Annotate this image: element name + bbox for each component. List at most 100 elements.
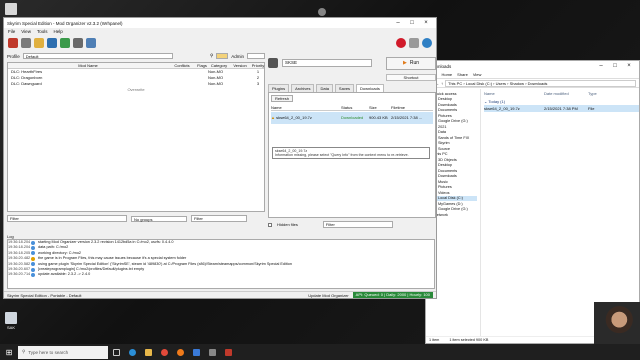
nav-item-label: Documents <box>438 168 458 173</box>
ribbon-tab-home[interactable]: Home <box>441 72 452 77</box>
hidden-files-checkbox[interactable] <box>268 222 272 227</box>
tools-icon[interactable] <box>73 37 83 48</box>
archive-icon[interactable] <box>216 53 229 59</box>
column-header-date[interactable]: Date modified <box>544 91 588 98</box>
file-explorer-icon[interactable] <box>140 344 156 360</box>
nav-item-label: MyGames (D:) <box>438 201 463 206</box>
downloads-header: Name Status Size Filetime <box>271 105 433 111</box>
breadcrumb-item[interactable]: Downloads <box>528 81 548 86</box>
column-header-size[interactable]: Size <box>369 105 391 110</box>
file-name: skse64_2_00_19.7z <box>484 106 520 111</box>
explorer-title-bar[interactable]: Downloads – □ × <box>426 61 639 71</box>
tab-plugins[interactable]: Plugins <box>268 84 290 92</box>
groups-select[interactable]: No groups <box>131 215 187 222</box>
minimize-icon[interactable]: – <box>391 20 405 26</box>
item-count: 1 item <box>429 338 440 342</box>
menu-bar: File View Tools Help <box>4 28 436 35</box>
refresh-button[interactable]: Refresh <box>271 95 294 102</box>
info-icon <box>31 251 35 256</box>
store-icon[interactable] <box>188 344 204 360</box>
mo2-toolbar <box>4 35 436 50</box>
nav-item-label: Pictures <box>438 113 452 118</box>
tab-downloads[interactable]: Downloads <box>356 84 384 92</box>
profile-row: Profile Default ⚲ Admin <box>7 52 265 60</box>
nav-item-label: Quick access <box>434 91 457 96</box>
info-icon <box>31 273 35 278</box>
file-list: Name Date modified Type ⌄ Today (1) skse… <box>482 89 640 114</box>
close-icon[interactable]: × <box>419 20 433 26</box>
breadcrumb-item[interactable]: This PC <box>448 81 462 86</box>
nav-item-label: 2021 <box>438 124 447 129</box>
run-button[interactable]: ▶ Run <box>386 56 436 70</box>
maximize-icon[interactable]: □ <box>608 63 622 69</box>
desktop-icon-sak[interactable]: SAK <box>2 312 20 330</box>
windows-start-icon[interactable]: ⊞ <box>0 344 18 360</box>
edge-icon[interactable] <box>124 344 140 360</box>
firefox-icon[interactable] <box>172 344 188 360</box>
shortcut-button[interactable]: Shortcut <box>386 74 436 81</box>
nav-item-label: Desktop <box>438 97 452 102</box>
chrome-icon[interactable] <box>156 344 172 360</box>
downloads-filter-input[interactable]: Filter <box>322 221 393 228</box>
column-header-filetime[interactable]: Filetime <box>391 105 435 110</box>
download-size: 900.43 KB <box>369 115 388 120</box>
filter-icon[interactable]: ⚲ <box>210 53 213 59</box>
warning-icon[interactable] <box>409 37 419 48</box>
nav-item-label: Sands of Time FIX <box>438 135 470 140</box>
taskbar-search[interactable]: ⚲ Type here to search <box>18 345 108 359</box>
mo2-title-bar[interactable]: Skyrim Special Edition - Mod Organizer v… <box>4 18 436 28</box>
nav-item-label: Source <box>438 146 451 151</box>
log-message: update available: 2.3.2 -> 2.4.0 <box>38 272 91 277</box>
overwrite-row[interactable]: Overwrite <box>8 87 264 93</box>
right-panel: SKSE ▶ Run Shortcut Plugins Archives Dat… <box>268 52 436 234</box>
breadcrumb-item[interactable]: Shadow <box>510 81 524 86</box>
task-view-icon[interactable] <box>108 344 124 360</box>
column-header-name[interactable]: Name <box>271 105 341 110</box>
mod-organizer-icon[interactable] <box>220 344 236 360</box>
help-icon[interactable] <box>422 37 432 48</box>
breadcrumb-item[interactable]: Users <box>496 81 506 86</box>
breadcrumb-item[interactable]: Local Disk (C:) <box>466 81 492 86</box>
column-header-status[interactable]: Status <box>341 105 369 110</box>
file-row[interactable]: skse64_2_00_19.7z 2/15/2021 7:38 PM File <box>484 105 639 112</box>
maximize-icon[interactable]: □ <box>405 20 419 26</box>
settings-icon[interactable] <box>86 37 96 48</box>
minimize-icon[interactable]: – <box>594 63 608 69</box>
tab-data[interactable]: Data <box>316 84 333 92</box>
update-button[interactable]: Update Mod Organizer <box>308 293 348 298</box>
column-header-type[interactable]: Type <box>588 91 628 98</box>
settings-icon[interactable] <box>204 344 220 360</box>
menu-tools[interactable]: Tools <box>37 29 48 34</box>
nexus-icon[interactable] <box>47 37 57 48</box>
menu-file[interactable]: File <box>8 29 15 34</box>
mod-organizer-window: Skyrim Special Edition - Mod Organizer v… <box>3 17 437 299</box>
menu-view[interactable]: View <box>21 29 31 34</box>
profile-select[interactable]: Default <box>22 53 173 59</box>
ribbon-tab-view[interactable]: View <box>473 72 482 77</box>
menu-help[interactable]: Help <box>53 29 62 34</box>
mod-conflicts <box>168 81 196 87</box>
heart-icon[interactable] <box>396 37 406 48</box>
breadcrumb[interactable]: This PC › Local Disk (C:) › Users › Shad… <box>445 79 636 87</box>
executable-select[interactable]: SKSE <box>282 59 372 67</box>
sort-select[interactable] <box>247 53 265 59</box>
group-header[interactable]: ⌄ Today (1) <box>484 98 639 105</box>
profiles-icon[interactable] <box>21 37 31 48</box>
download-name-text: skse64_2_00_19.7z <box>276 115 312 120</box>
file-type: File <box>588 106 595 111</box>
column-header-name[interactable]: Name <box>484 91 544 98</box>
open-folder-icon[interactable] <box>34 37 44 48</box>
mod-flags <box>196 81 208 87</box>
close-icon[interactable]: × <box>622 63 636 69</box>
mod-filter-input[interactable]: Filter <box>7 215 127 222</box>
nav-item-label: Google Drive (G:) <box>438 119 468 124</box>
up-arrow-icon[interactable]: ↑ <box>441 81 443 86</box>
ribbon-tab-share[interactable]: Share <box>457 72 468 77</box>
tab-saves[interactable]: Saves <box>334 84 355 92</box>
secondary-filter-input[interactable]: Filter <box>191 215 247 222</box>
tab-archives[interactable]: Archives <box>291 84 315 92</box>
executables-icon[interactable] <box>60 37 70 48</box>
desktop-icon-label: SAK <box>6 325 15 330</box>
instance-icon[interactable] <box>8 37 18 48</box>
download-row[interactable]: ▲ skse64_2_00_19.7z Downloaded 900.43 KB… <box>271 112 433 124</box>
